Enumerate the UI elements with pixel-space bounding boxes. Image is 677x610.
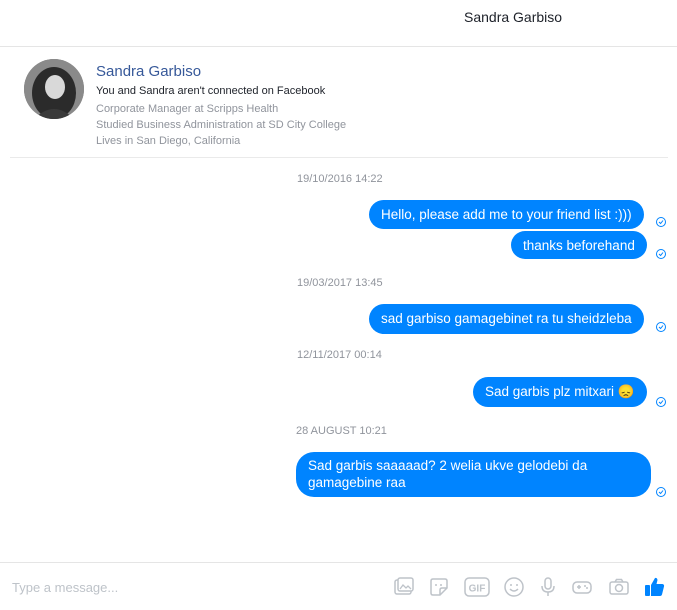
seen-icon [656, 487, 666, 497]
conversation-title[interactable]: Sandra Garbiso [464, 9, 562, 25]
message-bubble[interactable]: sad garbiso gamagebinet ra tu sheidzleba [369, 304, 644, 334]
message-timestamp: 19/03/2017 13:45 [297, 277, 383, 289]
microphone-icon[interactable] [536, 575, 560, 599]
message-text: Sad garbis plz mitxari 😞 [485, 384, 635, 399]
message-text: Sad garbis saaaaad? 2 welia ukve gelodeb… [308, 458, 588, 490]
profile-name[interactable]: Sandra Garbiso [96, 63, 201, 80]
message-text: Hello, please add me to your friend list… [381, 207, 632, 222]
game-icon[interactable] [570, 575, 594, 599]
message-bubble[interactable]: thanks beforehand [511, 231, 647, 259]
svg-text:GIF: GIF [469, 584, 486, 595]
seen-icon [656, 217, 666, 227]
sticker-icon[interactable] [427, 575, 451, 599]
message-text: thanks beforehand [523, 238, 635, 253]
message-text: sad garbiso gamagebinet ra tu sheidzleba [381, 311, 632, 326]
profile-work: Corporate Manager at Scripps Health [96, 103, 279, 115]
profile-education: Studied Business Administration at SD Ci… [96, 119, 347, 131]
emoji-icon[interactable] [502, 575, 526, 599]
avatar[interactable] [24, 59, 84, 119]
message-composer: GIF [0, 562, 677, 610]
message-input[interactable] [10, 575, 274, 599]
seen-icon [656, 322, 666, 332]
profile-location: Lives in San Diego, California [96, 135, 241, 147]
seen-icon [656, 249, 666, 259]
profile-card: Sandra Garbiso You and Sandra aren't con… [10, 47, 668, 158]
camera-icon[interactable] [607, 575, 631, 599]
message-timestamp: 12/11/2017 00:14 [297, 349, 382, 361]
message-timestamp: 28 AUGUST 10:21 [296, 425, 387, 437]
like-icon[interactable] [643, 575, 667, 599]
photo-icon[interactable] [392, 575, 416, 599]
message-bubble[interactable]: Sad garbis plz mitxari 😞 [473, 377, 647, 407]
message-bubble[interactable]: Hello, please add me to your friend list… [369, 200, 644, 229]
gif-icon[interactable]: GIF [464, 575, 490, 599]
connection-status: You and Sandra aren't connected on Faceb… [96, 85, 326, 97]
avatar-photo [24, 59, 84, 119]
message-bubble[interactable]: Sad garbis saaaaad? 2 welia ukve gelodeb… [296, 452, 651, 497]
conversation-header: Sandra Garbiso [0, 0, 677, 47]
seen-icon [656, 397, 666, 407]
message-timestamp: 19/10/2016 14:22 [297, 173, 383, 185]
